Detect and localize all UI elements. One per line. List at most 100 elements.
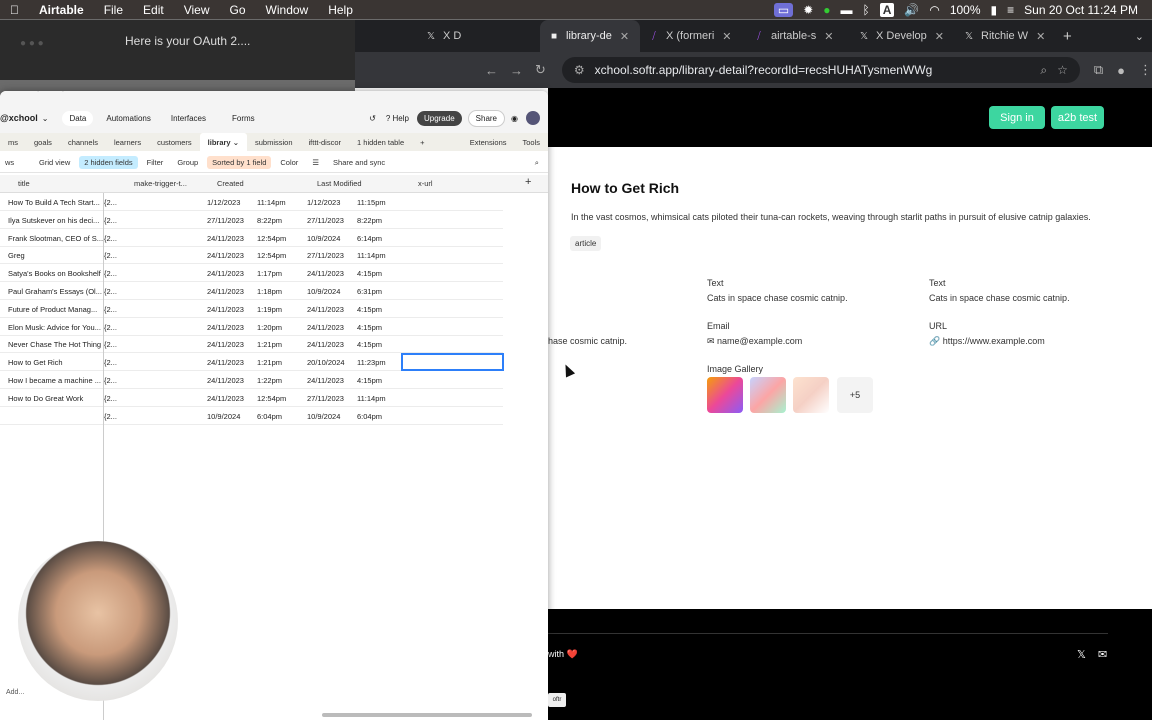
gallery-image[interactable] xyxy=(707,377,743,413)
table-cell[interactable]: 12:54pm xyxy=(257,251,302,260)
menu-file[interactable]: File xyxy=(94,3,133,17)
new-tab-button[interactable]: + xyxy=(1055,20,1080,52)
table-cell[interactable]: 4:15pm xyxy=(357,340,402,349)
zoom-icon[interactable]: ⌕ xyxy=(1040,63,1047,78)
table-cell[interactable]: {2... xyxy=(104,251,124,260)
table-cell[interactable]: 8:22pm xyxy=(357,216,402,225)
history-icon[interactable]: ↺ xyxy=(369,114,376,123)
table-cell[interactable]: 11:14pm xyxy=(357,251,402,260)
background-tab-title[interactable]: Here is your OAuth 2.... xyxy=(125,34,250,48)
tab-search-icon[interactable]: ⌄ xyxy=(1127,20,1152,52)
forward-icon[interactable]: → xyxy=(510,63,523,78)
menu-window[interactable]: Window xyxy=(256,3,319,17)
back-icon[interactable]: ← xyxy=(34,91,46,95)
table-cell[interactable]: 4:15pm xyxy=(357,376,402,385)
table-cell[interactable]: 1:22pm xyxy=(257,376,302,385)
url-input[interactable]: ⚙ xchool.softr.app/library-detail?record… xyxy=(561,57,1080,83)
avatar[interactable] xyxy=(526,111,540,125)
spotify-icon[interactable]: ● xyxy=(823,3,830,17)
table-cell[interactable]: 6:04pm xyxy=(257,412,302,421)
table-cell[interactable]: 11:15pm xyxy=(357,198,402,207)
screen-share-icon[interactable]: ▭ xyxy=(773,2,794,17)
add-description-button[interactable]: Add... xyxy=(6,689,24,696)
hidden-fields-button[interactable]: 2 hidden fields xyxy=(79,156,138,169)
table-cell[interactable]: 12:54pm xyxy=(257,234,302,243)
menu-go[interactable]: Go xyxy=(220,3,256,17)
chrome-menu-icon[interactable]: ⋮ xyxy=(1139,62,1152,78)
nav-automations[interactable]: Automations xyxy=(99,111,157,126)
table-cell[interactable]: 11:14pm xyxy=(357,394,402,403)
table-cell[interactable]: 8:22pm xyxy=(257,216,302,225)
menubar-datetime[interactable]: Sun 20 Oct 11:24 PM xyxy=(1024,3,1138,17)
help-button[interactable]: ? Help xyxy=(386,114,409,123)
share-button[interactable]: Share xyxy=(467,109,506,127)
tab-learners[interactable]: learners xyxy=(106,133,149,151)
table-cell[interactable]: 12:54pm xyxy=(257,394,302,403)
table-cell[interactable]: {2... xyxy=(104,287,124,296)
table-cell[interactable]: 1:20pm xyxy=(257,323,302,332)
table-cell[interactable]: {2... xyxy=(104,358,124,367)
table-cell[interactable]: 6:04pm xyxy=(357,412,402,421)
menu-edit[interactable]: Edit xyxy=(133,3,174,17)
extensions-button[interactable]: Extensions xyxy=(462,133,515,151)
table-cell[interactable]: {2... xyxy=(104,216,124,225)
notifications-icon[interactable]: ◉ xyxy=(511,114,518,123)
table-cell[interactable]: 1:21pm xyxy=(257,358,302,367)
hidden-tables-button[interactable]: 1 hidden table xyxy=(349,133,412,151)
table-cell[interactable]: 4:15pm xyxy=(357,305,402,314)
tab-customers[interactable]: customers xyxy=(149,133,200,151)
menu-view[interactable]: View xyxy=(174,3,220,17)
mail-icon[interactable]: ✉ xyxy=(1098,648,1107,661)
gallery-more-button[interactable]: +5 xyxy=(837,377,873,413)
upgrade-button[interactable]: Upgrade xyxy=(416,110,462,126)
user-button[interactable]: a2b test xyxy=(1051,106,1104,129)
forward-icon[interactable]: → xyxy=(55,91,67,95)
table-cell[interactable]: {2... xyxy=(104,412,124,421)
filter-button[interactable]: Filter xyxy=(142,156,169,169)
table-cell[interactable]: {2... xyxy=(104,376,124,385)
table-cell[interactable]: 4:15pm xyxy=(357,323,402,332)
workspace-name[interactable]: @xchool xyxy=(0,113,38,123)
color-button[interactable]: Color xyxy=(275,156,303,169)
column-created[interactable]: Created xyxy=(217,179,244,188)
tab-ms[interactable]: ms xyxy=(0,133,26,151)
share-sync-button[interactable]: Share and sync xyxy=(328,156,390,169)
column-make-trigger[interactable]: make-trigger-t... xyxy=(134,179,187,188)
brightness-icon[interactable]: ✹ xyxy=(803,3,813,17)
tab-submission[interactable]: submission xyxy=(247,133,301,151)
gallery-image[interactable] xyxy=(750,377,786,413)
table-cell[interactable]: {2... xyxy=(104,269,124,278)
tab-x-formerly[interactable]: ⧸ X (formeri ✕ xyxy=(640,20,745,52)
apple-menu-icon[interactable]:  xyxy=(0,3,29,17)
table-cell[interactable]: 11:23pm xyxy=(357,358,402,367)
table-cell[interactable]: {2... xyxy=(104,394,124,403)
battery-icon[interactable]: ▮ xyxy=(991,3,998,17)
display-icon[interactable]: ▬ xyxy=(841,3,853,17)
column-x-url[interactable]: x-url xyxy=(418,179,433,188)
tab-ritchie[interactable]: 𝕏 Ritchie W ✕ xyxy=(955,20,1055,52)
control-center-icon[interactable]: ≡ xyxy=(1007,3,1014,17)
row-height-icon[interactable]: ☰ xyxy=(307,156,324,169)
chevron-down-icon[interactable]: ⌄ xyxy=(42,114,49,123)
search-icon[interactable]: ⌕ xyxy=(530,156,544,170)
tab-airtable[interactable]: ⧸ airtable-s ✕ xyxy=(745,20,850,52)
close-tab-icon[interactable]: ✕ xyxy=(935,30,944,43)
tab-library-detail[interactable]: ■ library-de ✕ xyxy=(540,20,640,52)
x-icon[interactable]: 𝕏 xyxy=(1077,648,1086,661)
table-cell[interactable]: {2... xyxy=(104,305,124,314)
table-cell[interactable]: 1:17pm xyxy=(257,269,302,278)
table-cell[interactable]: {2... xyxy=(104,198,124,207)
horizontal-scrollbar[interactable] xyxy=(322,713,532,717)
close-tab-icon[interactable]: ✕ xyxy=(722,30,731,43)
selected-cell[interactable] xyxy=(401,353,504,371)
window-controls-icon[interactable]: ● ● ● xyxy=(20,38,44,49)
views-toggle[interactable]: ws xyxy=(0,156,30,169)
nav-interfaces[interactable]: Interfaces xyxy=(164,111,213,126)
table-cell[interactable]: 1:21pm xyxy=(257,340,302,349)
app-menu[interactable]: Airtable xyxy=(29,3,94,17)
wifi-icon[interactable]: ◠ xyxy=(929,3,939,17)
column-title[interactable]: title xyxy=(18,179,30,188)
table-cell[interactable]: 1:18pm xyxy=(257,287,302,296)
bluetooth-icon[interactable]: ᛒ xyxy=(863,3,870,17)
tools-button[interactable]: Tools xyxy=(514,133,548,151)
